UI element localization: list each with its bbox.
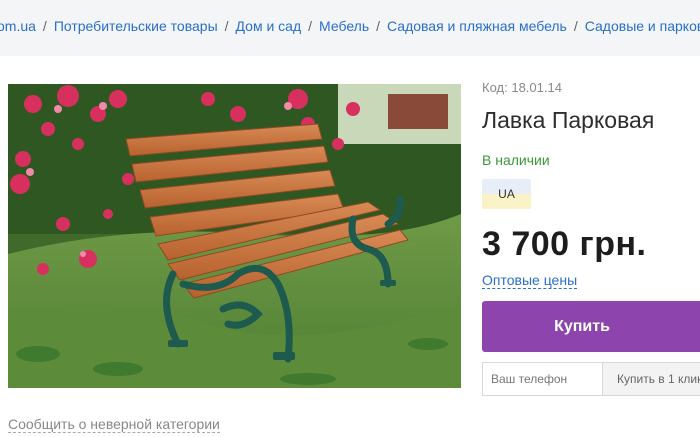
- country-badge-label: UA: [498, 187, 515, 201]
- product-price: 3 700 грн.: [482, 225, 647, 263]
- breadcrumb-item-home[interactable]: om.ua: [0, 18, 36, 34]
- breadcrumb-bar: om.ua / Потребительские товары / Дом и с…: [0, 0, 700, 56]
- breadcrumb-item-home-garden[interactable]: Дом и сад: [236, 18, 302, 34]
- breadcrumb-item-garden-park[interactable]: Садовые и парковые: [585, 18, 700, 34]
- product-code: Код: 18.01.14: [482, 80, 562, 95]
- breadcrumb-separator: /: [224, 18, 229, 34]
- breadcrumb-separator: /: [42, 18, 47, 34]
- availability-status: В наличии: [482, 152, 550, 168]
- product-code-value: 18.01.14: [511, 80, 562, 95]
- phone-input[interactable]: [482, 362, 602, 396]
- report-wrong-category-link[interactable]: Сообщить о неверной категории: [8, 416, 220, 433]
- breadcrumb: om.ua / Потребительские товары / Дом и с…: [0, 18, 700, 34]
- one-click-buy-button[interactable]: Купить в 1 клик: [602, 362, 700, 396]
- breadcrumb-separator: /: [308, 18, 313, 34]
- product-code-label: Код:: [482, 80, 508, 95]
- country-badge: UA: [482, 179, 531, 209]
- breadcrumb-separator: /: [376, 18, 381, 34]
- product-photo[interactable]: [8, 84, 461, 388]
- park-bench-image: [8, 84, 461, 388]
- product-title: Лавка Парковая: [482, 107, 655, 133]
- breadcrumb-separator: /: [573, 18, 578, 34]
- breadcrumb-item-furniture[interactable]: Мебель: [319, 18, 369, 34]
- breadcrumb-item-consumer-goods[interactable]: Потребительские товары: [54, 18, 218, 34]
- breadcrumb-item-garden-beach-furniture[interactable]: Садовая и пляжная мебель: [387, 18, 567, 34]
- buy-button[interactable]: Купить: [482, 301, 700, 352]
- wholesale-prices-link[interactable]: Оптовые цены: [482, 272, 578, 289]
